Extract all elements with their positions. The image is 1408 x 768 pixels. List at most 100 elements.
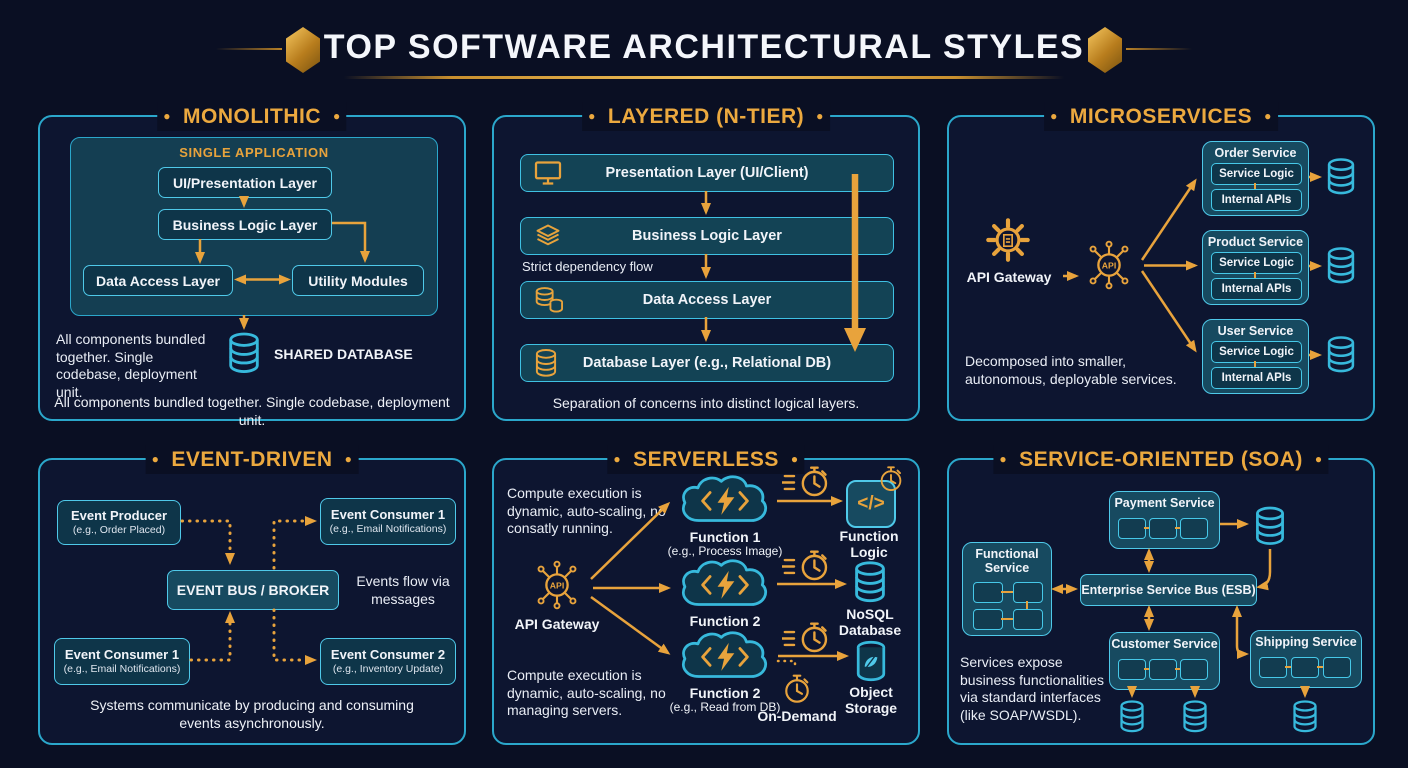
panel-title-microservices: MICROSERVICES [1044,102,1278,131]
layered-caption: Separation of concerns into distinct log… [494,395,918,413]
functional-service-card: Functional Service [962,542,1052,636]
internal-apis-box: Internal APIs [1211,367,1302,389]
component-box [1291,657,1319,678]
monolithic-caption: All components bundled together. Single … [40,394,464,429]
component-box [1149,518,1177,539]
single-application-label: SINGLE APPLICATION [71,145,437,160]
database-layer-box: Database Layer (e.g., Relational DB) [520,344,894,382]
user-service-title: User Service [1203,324,1308,338]
function-cloud-icon [675,472,775,528]
on-demand-clock-icon [782,672,812,705]
customer-service-card: Customer Service [1109,632,1220,690]
object-storage-icon [852,640,890,682]
event-consumer1-top-box: Event Consumer 1 (e.g., Email Notificati… [320,498,456,545]
function-cloud-icon [675,556,775,612]
api-gateway-label: API Gateway [957,269,1061,285]
event-consumer1-subtitle: (e.g., Email Notifications) [330,523,447,536]
database-stack-icon [533,286,565,315]
user-service-card: User Service Service Logic Internal APIs [1202,319,1309,394]
panel-title-layered: LAYERED (N-TIER) [582,102,830,131]
panel-title-event-driven: EVENT-DRIVEN [146,445,359,474]
ui-presentation-layer-box: UI/Presentation Layer [158,167,332,198]
component-box [1149,659,1177,680]
component-box [1259,657,1287,678]
business-logic-layer-box: Business Logic Layer [520,217,894,255]
database-icon [1324,156,1358,197]
panel-serverless: SERVERLESS Compute execution is dynamic,… [492,458,920,745]
panel-event-driven: EVENT-DRIVEN Event Producer (e.g., Order… [38,458,466,745]
event-producer-box: Event Producer (e.g., Order Placed) [57,500,181,545]
component-connector [1026,601,1028,609]
database-icon [1117,699,1147,734]
event-consumer2-title: Event Consumer 2 [331,647,445,663]
shared-database-label: SHARED DATABASE [274,346,424,362]
functional-service-title: Functional Service [963,547,1051,576]
panel-layered: LAYERED (N-TIER) Presentation Layer (UI/… [492,115,920,421]
speed-clock-icon [782,620,832,657]
component-box [1323,657,1351,678]
component-box [1013,582,1043,603]
component-box [973,609,1003,630]
database-icon [1290,699,1320,734]
event-consumer1-bottom-box: Event Consumer 1 (e.g., Email Notificati… [54,638,190,685]
api-hub-icon [1080,236,1138,294]
component-box [1118,659,1146,680]
product-service-title: Product Service [1203,235,1308,249]
panel-title-serverless: SERVERLESS [607,445,804,474]
soa-note: Services expose business functionalities… [960,654,1120,725]
component-box [1013,609,1043,630]
panel-title-soa: SERVICE-ORIENTED (SOA) [993,445,1328,474]
database-icon [533,348,559,378]
order-service-title: Order Service [1203,146,1308,160]
event-bus-box: EVENT BUS / BROKER [167,570,339,610]
layers-icon [533,224,563,248]
database-layer-label: Database Layer (e.g., Relational DB) [583,355,831,371]
event-consumer1-bottom-title: Event Consumer 1 [65,647,179,663]
event-consumer2-box: Event Consumer 2 (e.g., Inventory Update… [320,638,456,685]
api-gateway-label: API Gateway [505,616,609,632]
serverless-note-bottom: Compute execution is dynamic, auto-scali… [507,667,677,720]
event-producer-title: Event Producer [71,508,167,524]
microservices-note: Decomposed into smaller, autonomous, dep… [965,353,1205,388]
gear-icon [981,213,1035,267]
data-access-layer-label: Data Access Layer [643,292,771,308]
on-demand-label: On-Demand [742,708,852,724]
speed-clock-icon [782,464,832,501]
event-consumer2-subtitle: (e.g., Inventory Update) [333,663,443,676]
internal-apis-box: Internal APIs [1211,278,1302,300]
component-box [1118,518,1146,539]
product-service-card: Product Service Service Logic Internal A… [1202,230,1309,305]
nosql-database-label: NoSQL Database [835,606,905,638]
event-producer-subtitle: (e.g., Order Placed) [73,524,165,537]
events-flow-note: Events flow via messages [343,573,463,608]
database-icon [850,560,890,604]
panel-microservices: MICROSERVICES API Gateway Order Service … [947,115,1375,421]
esb-box: Enterprise Service Bus (ESB) [1080,574,1257,606]
service-logic-box: Service Logic [1211,163,1302,185]
database-icon [1324,245,1358,286]
monitor-icon [533,160,563,187]
database-icon [1252,505,1288,547]
page-title: TOP SOFTWARE ARCHITECTURAL STYLES [0,28,1408,67]
event-consumer1-bottom-subtitle: (e.g., Email Notifications) [64,663,181,676]
utility-modules-box: Utility Modules [292,265,424,296]
data-access-layer-box: Data Access Layer [83,265,233,296]
service-logic-box: Service Logic [1211,341,1302,363]
database-icon [1180,699,1210,734]
order-service-card: Order Service Service Logic Internal API… [1202,141,1309,216]
customer-service-title: Customer Service [1110,637,1219,651]
internal-apis-box: Internal APIs [1211,189,1302,211]
database-icon [1324,334,1358,375]
clock-icon [878,464,904,493]
panel-title-monolithic: MONOLITHIC [157,102,346,131]
presentation-layer-label: Presentation Layer (UI/Client) [605,165,808,181]
monolithic-side-note: All components bundled together. Single … [56,331,218,402]
component-connector [1001,618,1013,620]
payment-service-card: Payment Service [1109,491,1220,549]
speed-clock-icon [782,548,832,585]
component-box [1180,659,1208,680]
payment-service-title: Payment Service [1110,496,1219,510]
service-logic-box: Service Logic [1211,252,1302,274]
business-logic-layer-label: Business Logic Layer [632,228,782,244]
component-box [973,582,1003,603]
